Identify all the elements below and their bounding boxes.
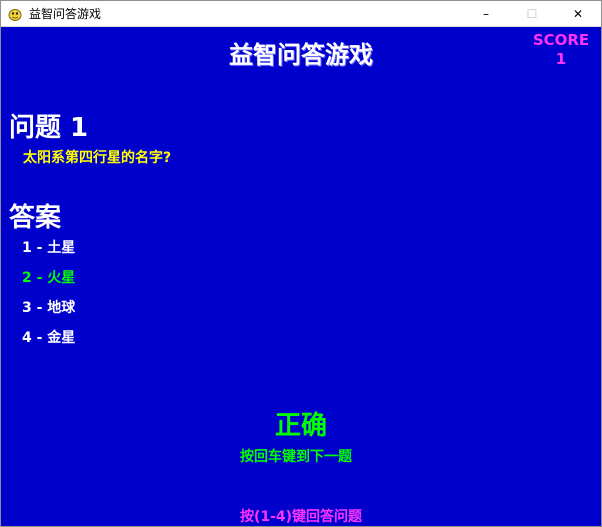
title-bar[interactable]: 益智问答游戏 – ☐ ✕ bbox=[1, 1, 601, 27]
answer-option-2[interactable]: 2 - 火星 bbox=[22, 267, 75, 287]
game-title: 益智问答游戏 bbox=[229, 41, 373, 69]
maximize-button[interactable]: ☐ bbox=[509, 1, 555, 27]
minimize-button[interactable]: – bbox=[463, 1, 509, 27]
close-button[interactable]: ✕ bbox=[555, 1, 601, 27]
app-window: 益智问答游戏 – ☐ ✕ 益智问答游戏 SCORE 1 问题 1 太阳系第四行星… bbox=[0, 0, 602, 527]
game-canvas[interactable]: 益智问答游戏 SCORE 1 问题 1 太阳系第四行星的名字? 答案 1 - 土… bbox=[1, 27, 601, 526]
question-heading: 问题 1 bbox=[9, 113, 89, 143]
window-controls: – ☐ ✕ bbox=[463, 1, 601, 27]
answer-option-1[interactable]: 1 - 土星 bbox=[22, 237, 75, 257]
answers-heading: 答案 bbox=[9, 203, 62, 233]
answer-option-3[interactable]: 3 - 地球 bbox=[22, 297, 75, 317]
pygame-snake-icon bbox=[7, 6, 23, 22]
score-label: SCORE bbox=[532, 31, 590, 49]
result-text: 正确 bbox=[274, 411, 327, 441]
next-question-prompt: 按回车键到下一题 bbox=[240, 449, 352, 465]
question-text: 太阳系第四行星的名字? bbox=[23, 150, 172, 166]
window-title: 益智问答游戏 bbox=[29, 7, 102, 21]
score-value: 1 bbox=[555, 50, 567, 68]
answer-key-prompt: 按(1-4)键回答问题 bbox=[239, 509, 363, 525]
answer-option-4[interactable]: 4 - 金星 bbox=[22, 327, 75, 347]
